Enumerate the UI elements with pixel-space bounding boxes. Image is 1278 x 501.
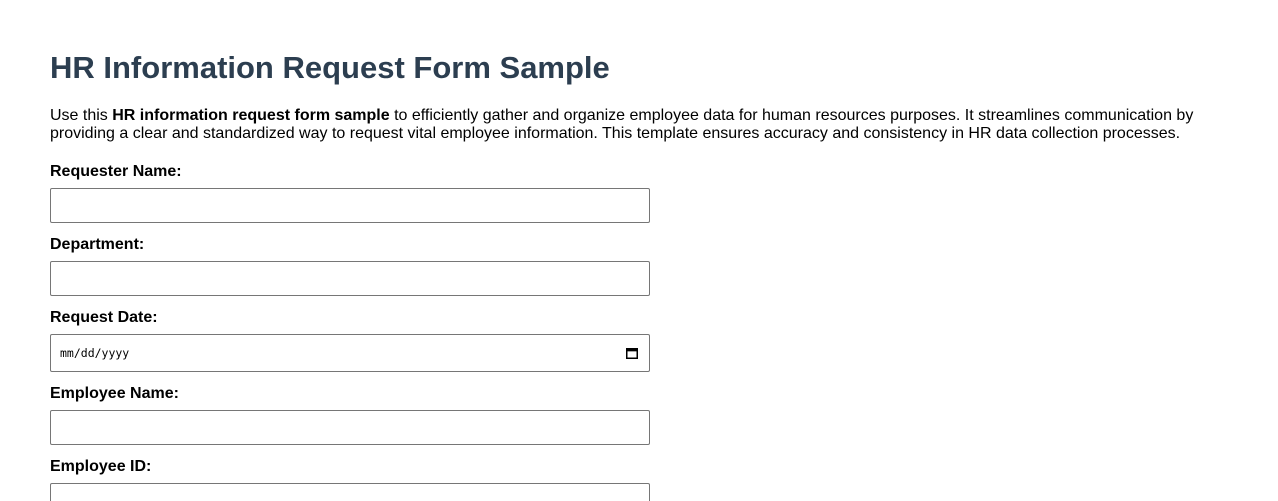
request-date-input[interactable]: mm/dd/yyyy bbox=[50, 334, 650, 372]
employee-name-input[interactable] bbox=[50, 410, 650, 445]
request-date-label: Request Date: bbox=[50, 309, 158, 326]
employee-id-input[interactable] bbox=[50, 483, 650, 501]
page: HR Information Request Form Sample Use t… bbox=[0, 0, 1278, 501]
intro-text-before: Use this bbox=[50, 107, 113, 124]
field-department: Department: bbox=[50, 236, 650, 296]
intro-text-bold: HR information request form sample bbox=[112, 107, 390, 124]
calendar-icon[interactable] bbox=[626, 347, 638, 359]
field-employee-id: Employee ID: bbox=[50, 458, 650, 501]
employee-id-label: Employee ID: bbox=[50, 458, 152, 475]
requester-name-input[interactable] bbox=[50, 188, 650, 223]
requester-name-label: Requester Name: bbox=[50, 163, 182, 180]
request-date-placeholder: mm/dd/yyyy bbox=[60, 346, 130, 360]
intro-paragraph: Use this HR information request form sam… bbox=[50, 107, 1210, 143]
field-request-date: Request Date: mm/dd/yyyy bbox=[50, 309, 650, 372]
page-title: HR Information Request Form Sample bbox=[50, 50, 610, 85]
employee-name-label: Employee Name: bbox=[50, 385, 179, 402]
department-input[interactable] bbox=[50, 261, 650, 296]
department-label: Department: bbox=[50, 236, 145, 253]
field-requester-name: Requester Name: bbox=[50, 163, 650, 223]
field-employee-name: Employee Name: bbox=[50, 385, 650, 445]
